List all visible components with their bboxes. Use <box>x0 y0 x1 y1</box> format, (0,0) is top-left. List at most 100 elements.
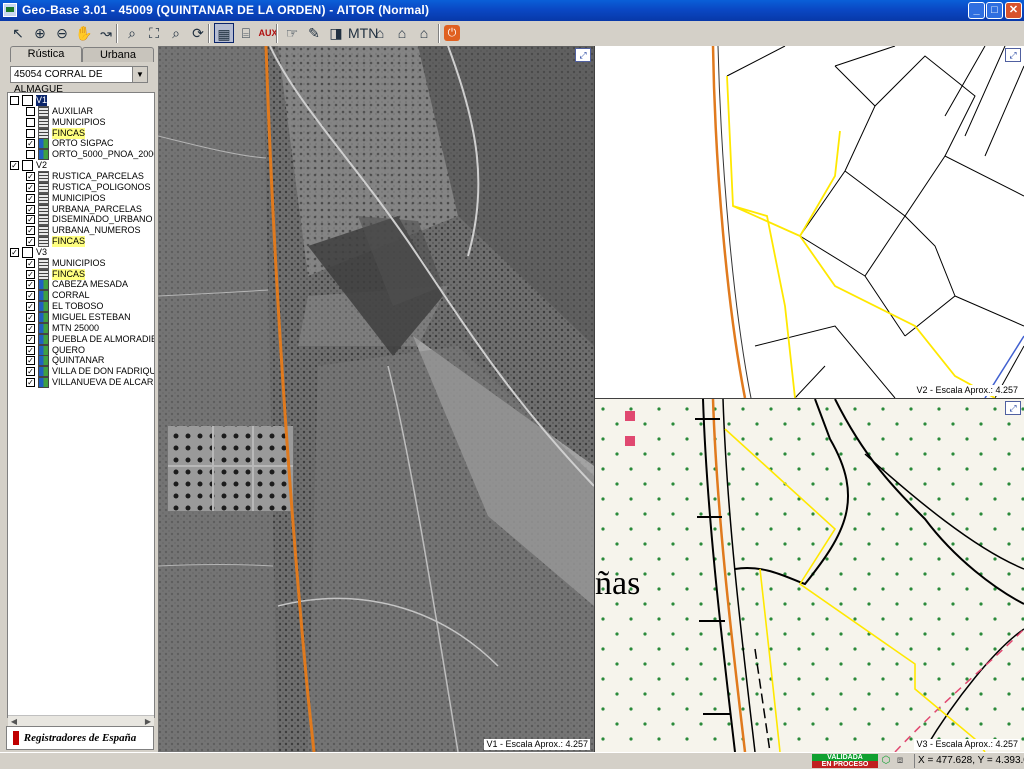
view-frame-icon <box>22 246 33 258</box>
map-view-v2[interactable]: ⤢ V2 - Escala Aprox.: 4.257 <box>595 46 1024 398</box>
layer-checkbox[interactable]: ✓ <box>26 291 35 301</box>
vector-layer-icon <box>38 268 49 280</box>
layer-checkbox[interactable] <box>26 117 35 127</box>
layer-checkbox[interactable]: ✓ <box>10 161 19 171</box>
chevron-down-icon[interactable]: ▼ <box>132 67 147 82</box>
layer-label: V2 <box>36 160 48 171</box>
layer-label: V3 <box>36 246 48 257</box>
maximize-view-v2-icon[interactable]: ⤢ <box>1005 48 1021 62</box>
layer-checkbox[interactable]: ✓ <box>26 204 35 214</box>
layer-label: URBANA_PARCELAS <box>52 203 142 214</box>
toolbar-separator <box>208 24 210 43</box>
zoom-window-icon[interactable]: ⌕ <box>122 23 142 43</box>
zoom-in-icon[interactable]: ⊕ <box>30 23 50 43</box>
layer-checkbox[interactable]: ✓ <box>26 378 35 388</box>
edit-icon[interactable]: ✎ <box>304 23 324 43</box>
layer-label: URBANA_NUMEROS <box>52 225 141 236</box>
layer-checkbox[interactable]: ✓ <box>26 215 35 225</box>
validation-status[interactable]: VALIDADA EN PROCESO <box>812 754 878 768</box>
split-view-icon[interactable]: ◨ <box>326 23 346 43</box>
binoculars-icon[interactable]: ⌸ <box>236 23 256 43</box>
refresh-icon[interactable]: ⟳ <box>188 23 208 43</box>
layer-label: ORTO SIGPAC <box>52 138 114 149</box>
vector-layer-icon <box>38 203 49 215</box>
raster-layer-icon <box>38 301 49 313</box>
house-edit-icon[interactable]: ⌂ <box>414 23 434 43</box>
select-arrow-icon[interactable]: ↖ <box>8 23 28 43</box>
layer-checkbox[interactable]: ✓ <box>26 139 35 149</box>
layer-checkbox[interactable]: ✓ <box>26 226 35 236</box>
layer-label: AUXILIAR <box>52 105 94 116</box>
toolbar-separator <box>276 24 278 43</box>
aux-icon[interactable]: AUX <box>258 23 278 43</box>
layer-label: MUNICIPIOS <box>52 116 106 127</box>
layer-checkbox[interactable]: ✓ <box>26 345 35 355</box>
maximize-view-v1-icon[interactable]: ⤢ <box>575 48 591 62</box>
title-bar: Geo-Base 3.01 - 45009 (QUINTANAR DE LA O… <box>0 0 1024 21</box>
raster-layer-icon <box>38 149 49 161</box>
zoom-previous-icon[interactable]: ⌕ <box>166 23 186 43</box>
window-title: Geo-Base 3.01 - 45009 (QUINTANAR DE LA O… <box>22 3 430 17</box>
coordinates-readout: X = 477.628, Y = 4.393.091 <box>914 754 1024 768</box>
info-icon[interactable]: ☞ <box>282 23 302 43</box>
layer-checkbox[interactable] <box>26 150 35 160</box>
layer-checkbox[interactable]: ✓ <box>26 323 35 333</box>
layer-checkbox[interactable]: ✓ <box>26 237 35 247</box>
layer-checkbox[interactable]: ✓ <box>26 356 35 366</box>
raster-layer-icon <box>38 322 49 334</box>
layer-checkbox[interactable]: ✓ <box>26 269 35 279</box>
layer-label: MUNICIPIOS <box>52 257 106 268</box>
vector-layer-icon <box>38 116 49 128</box>
layers-icon[interactable]: ▦ <box>214 23 234 43</box>
close-button[interactable]: ✕ <box>1005 2 1022 19</box>
tab-rustica[interactable]: Rústica <box>10 46 82 62</box>
layer-checkbox[interactable]: ✓ <box>26 182 35 192</box>
layer-checkbox[interactable]: ✓ <box>26 313 35 322</box>
vector-layer-icon <box>38 170 49 182</box>
layer-panel: Rústica Urbana 45054 CORRAL DE ALMAGUE ▼… <box>0 46 158 752</box>
view-frame-icon <box>22 95 33 106</box>
layer-label: V1 <box>36 95 48 106</box>
layer-checkbox[interactable]: ✓ <box>26 302 35 312</box>
house-icon[interactable]: ⌂ <box>392 23 412 43</box>
layer-checkbox[interactable]: ✓ <box>26 258 35 268</box>
layer-label: MTN 25000 <box>52 322 100 333</box>
stop-icon[interactable]: ⏻ <box>444 25 460 41</box>
layer-checkbox[interactable] <box>26 106 35 116</box>
layer-checkbox[interactable]: ✓ <box>26 193 35 203</box>
layer-checkbox[interactable] <box>26 128 35 138</box>
vector-layer-icon <box>38 236 49 248</box>
maximize-button[interactable]: □ <box>986 2 1003 19</box>
layer-checkbox[interactable]: ✓ <box>26 334 35 344</box>
zoom-extent-icon[interactable]: ⛶ <box>144 23 164 43</box>
zoom-out-icon[interactable]: ⊖ <box>52 23 72 43</box>
layer-checkbox[interactable]: ✓ <box>26 280 35 290</box>
measure-icon[interactable]: ↝ <box>96 23 116 43</box>
map-view-v1[interactable]: ⤢ V1 - Escala Aprox.: 4.257 <box>158 46 594 752</box>
layer-checkbox[interactable]: ✓ <box>10 247 19 257</box>
minimize-button[interactable]: _ <box>968 2 985 19</box>
layer-label: RUSTICA_POLIGONOS <box>52 181 151 192</box>
layer-label: EL TOBOSO <box>52 301 104 312</box>
pan-hand-icon[interactable]: ✋ <box>74 23 94 43</box>
vector-layer-icon <box>38 105 49 117</box>
layer-checkbox[interactable]: ✓ <box>26 171 35 181</box>
layers-status-icon: ⬡ <box>881 755 891 766</box>
raster-layer-icon <box>38 279 49 291</box>
layer-label: VILLA DE DON FADRIQUE <box>52 366 155 377</box>
layer-checkbox[interactable]: ✓ <box>26 367 35 377</box>
cadastral-map <box>711 46 1024 398</box>
layer-label: ORTO_5000_PNOA_2006 <box>52 149 155 160</box>
vector-layer-icon <box>38 181 49 193</box>
vector-layer-icon <box>38 225 49 237</box>
layer-checkbox[interactable] <box>10 96 19 105</box>
tab-urbana[interactable]: Urbana <box>82 47 154 62</box>
building-icon[interactable]: ⌂ <box>370 23 390 43</box>
layer-label: FINCAS <box>52 127 86 139</box>
mtn-icon[interactable]: MTN <box>348 23 378 43</box>
municipio-select[interactable]: 45054 CORRAL DE ALMAGUE ▼ <box>10 66 148 95</box>
layer-label: PUEBLA DE ALMORADIEL <box>52 333 155 344</box>
maximize-view-v3-icon[interactable]: ⤢ <box>1005 401 1021 415</box>
map-view-v3[interactable]: ñas ⤢ V3 - Escala Aprox.: 4.257 <box>595 399 1024 752</box>
toolbar: ↖ ⊕ ⊖ ✋ ↝ ⌕ ⛶ ⌕ ⟳ ▦ ⌸ AUX ☞ ✎ ◨ MTN ⌂ ⌂ ⌂ ⏻ <box>0 21 1024 47</box>
